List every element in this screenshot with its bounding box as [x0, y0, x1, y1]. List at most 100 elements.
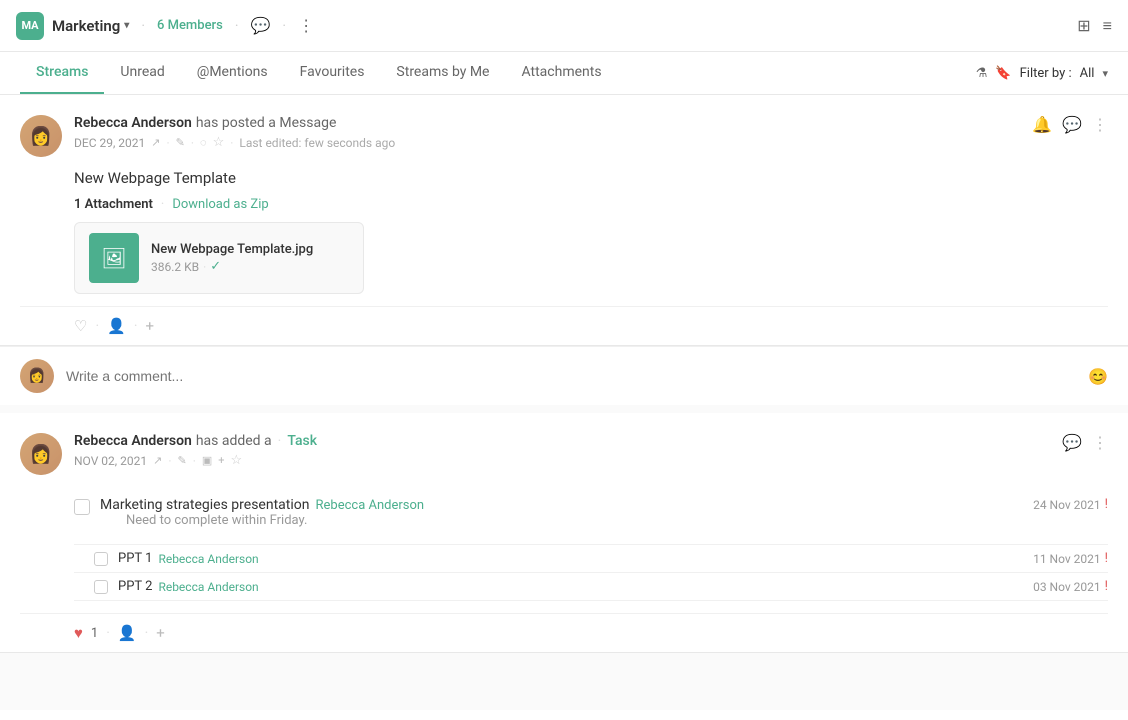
attachment-card-1[interactable]: 🖼 New Webpage Template.jpg 386.2 KB · ✓: [74, 222, 364, 294]
separator3: ·: [282, 18, 286, 34]
filter-value[interactable]: All: [1080, 66, 1095, 81]
post-date-1: DEC 29, 2021: [74, 136, 145, 150]
chat-icon[interactable]: 💬: [251, 16, 271, 35]
reply-icon-1[interactable]: 💬: [1062, 115, 1082, 134]
task-checkbox-main[interactable]: [74, 499, 90, 515]
filter-chevron-icon[interactable]: ▾: [1102, 67, 1108, 80]
tab-mentions[interactable]: @Mentions: [181, 52, 284, 94]
add-reaction-button-2[interactable]: +: [156, 624, 165, 642]
post-date-row-1: DEC 29, 2021 ↗ · ✎ · ◌ ☆ · Last edited: …: [74, 135, 1020, 150]
menu-icon[interactable]: ≡: [1103, 16, 1112, 36]
grid-view-icon[interactable]: ⊞: [1077, 16, 1090, 35]
tabs-right-controls: ⚗ 🔖 Filter by : All ▾: [976, 66, 1108, 81]
file-size-1: 386.2 KB · ✓: [151, 259, 313, 274]
post-date-2: NOV 02, 2021: [74, 454, 147, 468]
attachment-details-1: New Webpage Template.jpg 386.2 KB · ✓: [151, 242, 313, 274]
task-link-2[interactable]: Task: [287, 433, 317, 449]
edit-icon-2[interactable]: ✎: [177, 454, 186, 467]
task-due-main: 24 Nov 2021 !: [1033, 497, 1108, 512]
reply-icon-2[interactable]: 💬: [1062, 433, 1082, 452]
mention-button-1[interactable]: 👤: [107, 317, 126, 335]
filter-bookmark-icon[interactable]: 🔖: [995, 66, 1011, 81]
subtask-checkbox-1[interactable]: [94, 552, 108, 566]
task-item-main: Marketing strategies presentation Rebecc…: [74, 487, 1108, 545]
post-author-line-1: Rebecca Anderson has posted a Message: [74, 115, 1020, 131]
like-button-2[interactable]: ♥: [74, 624, 83, 642]
post-header-2: 👩 Rebecca Anderson has added a · Task NO…: [20, 433, 1108, 475]
post-action-text-2: has added a: [196, 433, 272, 449]
more-icon-2[interactable]: ⋮: [1092, 433, 1108, 452]
task-desc-main: Need to complete within Friday.: [100, 513, 1023, 534]
urgent-flag-sub1: !: [1105, 551, 1108, 566]
tab-attachments[interactable]: Attachments: [505, 52, 617, 94]
avatar-1: 👩: [20, 115, 62, 157]
reaction-sep-1: ·: [95, 318, 99, 334]
subtask-due-2: 03 Nov 2021 !: [1033, 579, 1108, 594]
dot-sep-5: ·: [193, 454, 196, 468]
mention-button-2[interactable]: 👤: [118, 624, 137, 642]
tab-streams-by-me[interactable]: Streams by Me: [380, 52, 505, 94]
post-title-1: New Webpage Template: [74, 169, 1108, 187]
post-body-2: Marketing strategies presentation Rebecc…: [74, 487, 1108, 601]
workspace-name-button[interactable]: Marketing ▾: [52, 17, 129, 35]
reaction-sep-4: ·: [145, 625, 149, 641]
dot-sep-file: ·: [203, 260, 206, 274]
add-reaction-button-1[interactable]: +: [145, 317, 154, 335]
add-icon-2[interactable]: +: [218, 454, 224, 467]
filter-label: Filter by :: [1020, 66, 1072, 81]
like-count-2: 1: [91, 626, 98, 641]
tab-favourites[interactable]: Favourites: [284, 52, 381, 94]
post-reactions-1: ♡ · 👤 · +: [20, 306, 1108, 345]
subtask-assignee-2[interactable]: Rebecca Anderson: [158, 580, 258, 594]
external-link-icon-1[interactable]: ↗: [151, 136, 160, 149]
task-square-icon[interactable]: ▣: [202, 454, 212, 467]
task-title-text: Marketing strategies presentation: [100, 497, 309, 513]
attachment-info-1: 1 Attachment · Download as Zip: [74, 197, 1108, 212]
dislike-icon-1[interactable]: ◌: [200, 136, 207, 149]
separator: ·: [141, 18, 145, 34]
comment-input-1[interactable]: [66, 364, 1076, 388]
last-edited-1: Last edited: few seconds ago: [239, 136, 395, 150]
urgent-flag-main: !: [1105, 497, 1108, 512]
star-icon-2[interactable]: ☆: [230, 453, 242, 468]
subtask-due-1: 11 Nov 2021 !: [1033, 551, 1108, 566]
separator2: ·: [235, 18, 239, 34]
attachment-count-1: 1 Attachment: [74, 197, 153, 212]
check-icon-1: ✓: [210, 259, 221, 274]
post-header-1: 👩 Rebecca Anderson has posted a Message …: [20, 115, 1108, 157]
post-meta-2: Rebecca Anderson has added a · Task NOV …: [74, 433, 1050, 468]
external-link-icon-2[interactable]: ↗: [153, 454, 162, 467]
more-options-icon[interactable]: ⋮: [298, 16, 314, 35]
subtask-assignee-1[interactable]: Rebecca Anderson: [158, 552, 258, 566]
file-name-1: New Webpage Template.jpg: [151, 242, 313, 257]
star-icon-1[interactable]: ☆: [213, 135, 225, 150]
dot-sep-2: ·: [191, 136, 194, 150]
post-author-1: Rebecca Anderson: [74, 115, 192, 131]
reaction-sep-3: ·: [106, 625, 110, 641]
reaction-sep-2: ·: [134, 318, 138, 334]
filter-icon[interactable]: ⚗: [976, 66, 988, 81]
post-author-line-2: Rebecca Anderson has added a · Task: [74, 433, 1050, 449]
post-card-1: 👩 Rebecca Anderson has posted a Message …: [0, 95, 1128, 346]
feed: 👩 Rebecca Anderson has posted a Message …: [0, 95, 1128, 710]
workspace-avatar: MA: [16, 12, 44, 40]
dot-sep-4: ·: [168, 454, 171, 468]
urgent-flag-sub2: !: [1105, 579, 1108, 594]
edit-icon-1[interactable]: ✎: [176, 136, 185, 149]
post-meta-1: Rebecca Anderson has posted a Message DE…: [74, 115, 1020, 150]
subtask-checkbox-2[interactable]: [94, 580, 108, 594]
post-body-1: New Webpage Template 1 Attachment · Down…: [74, 169, 1108, 294]
members-link[interactable]: 6 Members: [157, 18, 223, 33]
more-icon-1[interactable]: ⋮: [1092, 115, 1108, 134]
task-assignee-main[interactable]: Rebecca Anderson: [315, 498, 424, 513]
tab-unread[interactable]: Unread: [104, 52, 180, 94]
comment-input-wrapper-1: [66, 364, 1076, 388]
topbar-right-icons: ⊞ ≡: [1077, 16, 1112, 36]
avatar-image-2: 👩: [20, 433, 62, 475]
download-link-1[interactable]: Download as Zip: [172, 197, 268, 212]
bell-icon-1[interactable]: 🔔: [1032, 115, 1052, 134]
emoji-icon-1[interactable]: 😊: [1088, 367, 1108, 386]
comment-avatar-1: 👩: [20, 359, 54, 393]
like-button-1[interactable]: ♡: [74, 317, 87, 335]
tab-streams[interactable]: Streams: [20, 52, 104, 94]
